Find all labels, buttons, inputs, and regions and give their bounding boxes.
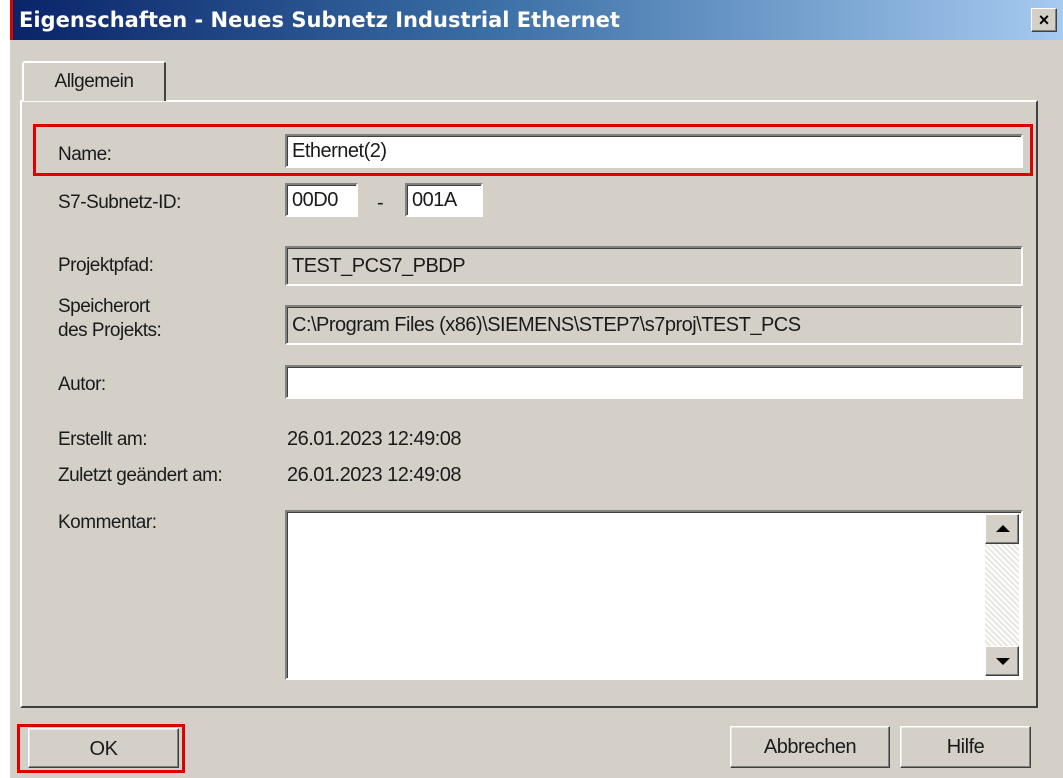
- scroll-down-button[interactable]: [985, 646, 1019, 676]
- created-value: 26.01.2023 12:49:08: [287, 428, 462, 450]
- storage-label-line2: des Projekts:: [58, 320, 162, 341]
- storage-location-field: C:\Program Files (x86)\SIEMENS\STEP7\s7p…: [285, 305, 1023, 345]
- subnet-id-part2-input[interactable]: 001A: [405, 183, 483, 217]
- comment-label: Kommentar:: [58, 512, 157, 533]
- scroll-up-button[interactable]: [985, 514, 1019, 544]
- project-path-label: Projektpfad:: [58, 255, 154, 276]
- created-label: Erstellt am:: [58, 429, 148, 450]
- comment-textarea[interactable]: [285, 510, 1023, 680]
- subnet-id-separator: -: [377, 192, 384, 214]
- modified-label: Zuletzt geändert am:: [58, 465, 223, 486]
- comment-scrollbar[interactable]: [985, 514, 1019, 676]
- author-label: Autor:: [58, 374, 106, 395]
- close-button[interactable]: ×: [1031, 8, 1057, 32]
- arrow-up-icon: [996, 525, 1010, 532]
- close-icon: ×: [1038, 10, 1050, 30]
- arrow-down-icon: [996, 658, 1010, 665]
- tab-allgemein[interactable]: Allgemein: [22, 61, 166, 101]
- help-button[interactable]: Hilfe: [900, 726, 1031, 768]
- title-bar[interactable]: Eigenschaften - Neues Subnetz Industrial…: [10, 0, 1063, 40]
- ok-button-highlight: [17, 724, 185, 773]
- cancel-button[interactable]: Abbrechen: [730, 726, 890, 768]
- project-path-field: TEST_PCS7_PBDP: [285, 246, 1023, 286]
- subnet-id-label: S7-Subnetz-ID:: [58, 192, 181, 213]
- subnet-id-part1-input[interactable]: 00D0: [285, 183, 358, 217]
- tab-allgemein-label: Allgemein: [54, 71, 134, 92]
- window-title: Eigenschaften - Neues Subnetz Industrial…: [19, 8, 620, 32]
- storage-label-line1: Speicherort: [58, 296, 150, 317]
- modified-value: 26.01.2023 12:49:08: [287, 464, 462, 486]
- name-row-highlight: [33, 124, 1033, 176]
- author-input[interactable]: [285, 365, 1023, 399]
